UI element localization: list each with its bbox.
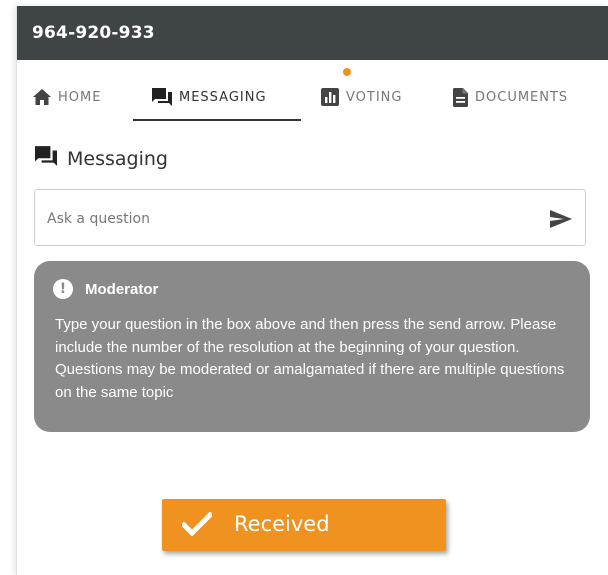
home-icon <box>33 89 51 105</box>
section-title: Messaging <box>67 147 168 170</box>
tab-documents[interactable]: DOCUMENTS <box>453 74 568 120</box>
send-icon <box>550 210 572 228</box>
section-heading: Messaging <box>35 146 168 171</box>
document-icon <box>453 87 468 107</box>
tab-home-label: HOME <box>58 89 102 105</box>
voting-notification-dot <box>343 68 351 76</box>
toast-label: Received <box>234 512 330 536</box>
tab-documents-label: DOCUMENTS <box>475 89 569 105</box>
tab-messaging-label: MESSAGING <box>179 89 267 105</box>
send-button[interactable] <box>549 208 573 230</box>
chat-icon <box>152 88 172 106</box>
bar-chart-icon <box>321 88 339 106</box>
meeting-id-title: 964-920-933 <box>32 23 155 43</box>
tab-home[interactable]: HOME <box>33 74 101 120</box>
tab-voting-label: VOTING <box>346 89 403 105</box>
check-icon <box>180 511 214 543</box>
app-panel: 964-920-933 HOME MESSAGING VOTING DOCUME… <box>16 6 608 575</box>
tab-messaging[interactable]: MESSAGING <box>152 74 267 120</box>
moderator-header: ! Moderator <box>53 279 158 299</box>
header-bar: 964-920-933 <box>17 6 608 60</box>
moderator-name: Moderator <box>85 280 159 298</box>
received-toast: Received <box>162 499 446 551</box>
exclamation-icon: ! <box>53 279 73 299</box>
question-box <box>34 189 586 246</box>
tab-bar: HOME MESSAGING VOTING DOCUMENTS <box>17 74 608 122</box>
moderator-message-card: ! Moderator Type your question in the bo… <box>34 261 590 432</box>
chat-icon <box>35 146 57 171</box>
tab-voting[interactable]: VOTING <box>321 74 402 120</box>
moderator-message-text: Type your question in the box above and … <box>55 316 565 401</box>
question-input[interactable] <box>47 208 527 230</box>
active-tab-indicator <box>133 119 301 121</box>
